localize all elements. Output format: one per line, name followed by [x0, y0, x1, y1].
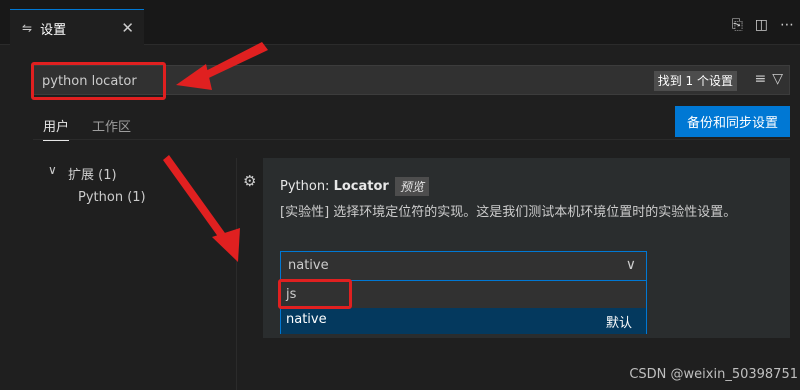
arrow-to-search: [176, 42, 268, 90]
arrow-to-dropdown: [163, 155, 240, 262]
annotation-arrows: [163, 42, 268, 262]
watermark: CSDN @weixin_50398751: [629, 367, 798, 382]
